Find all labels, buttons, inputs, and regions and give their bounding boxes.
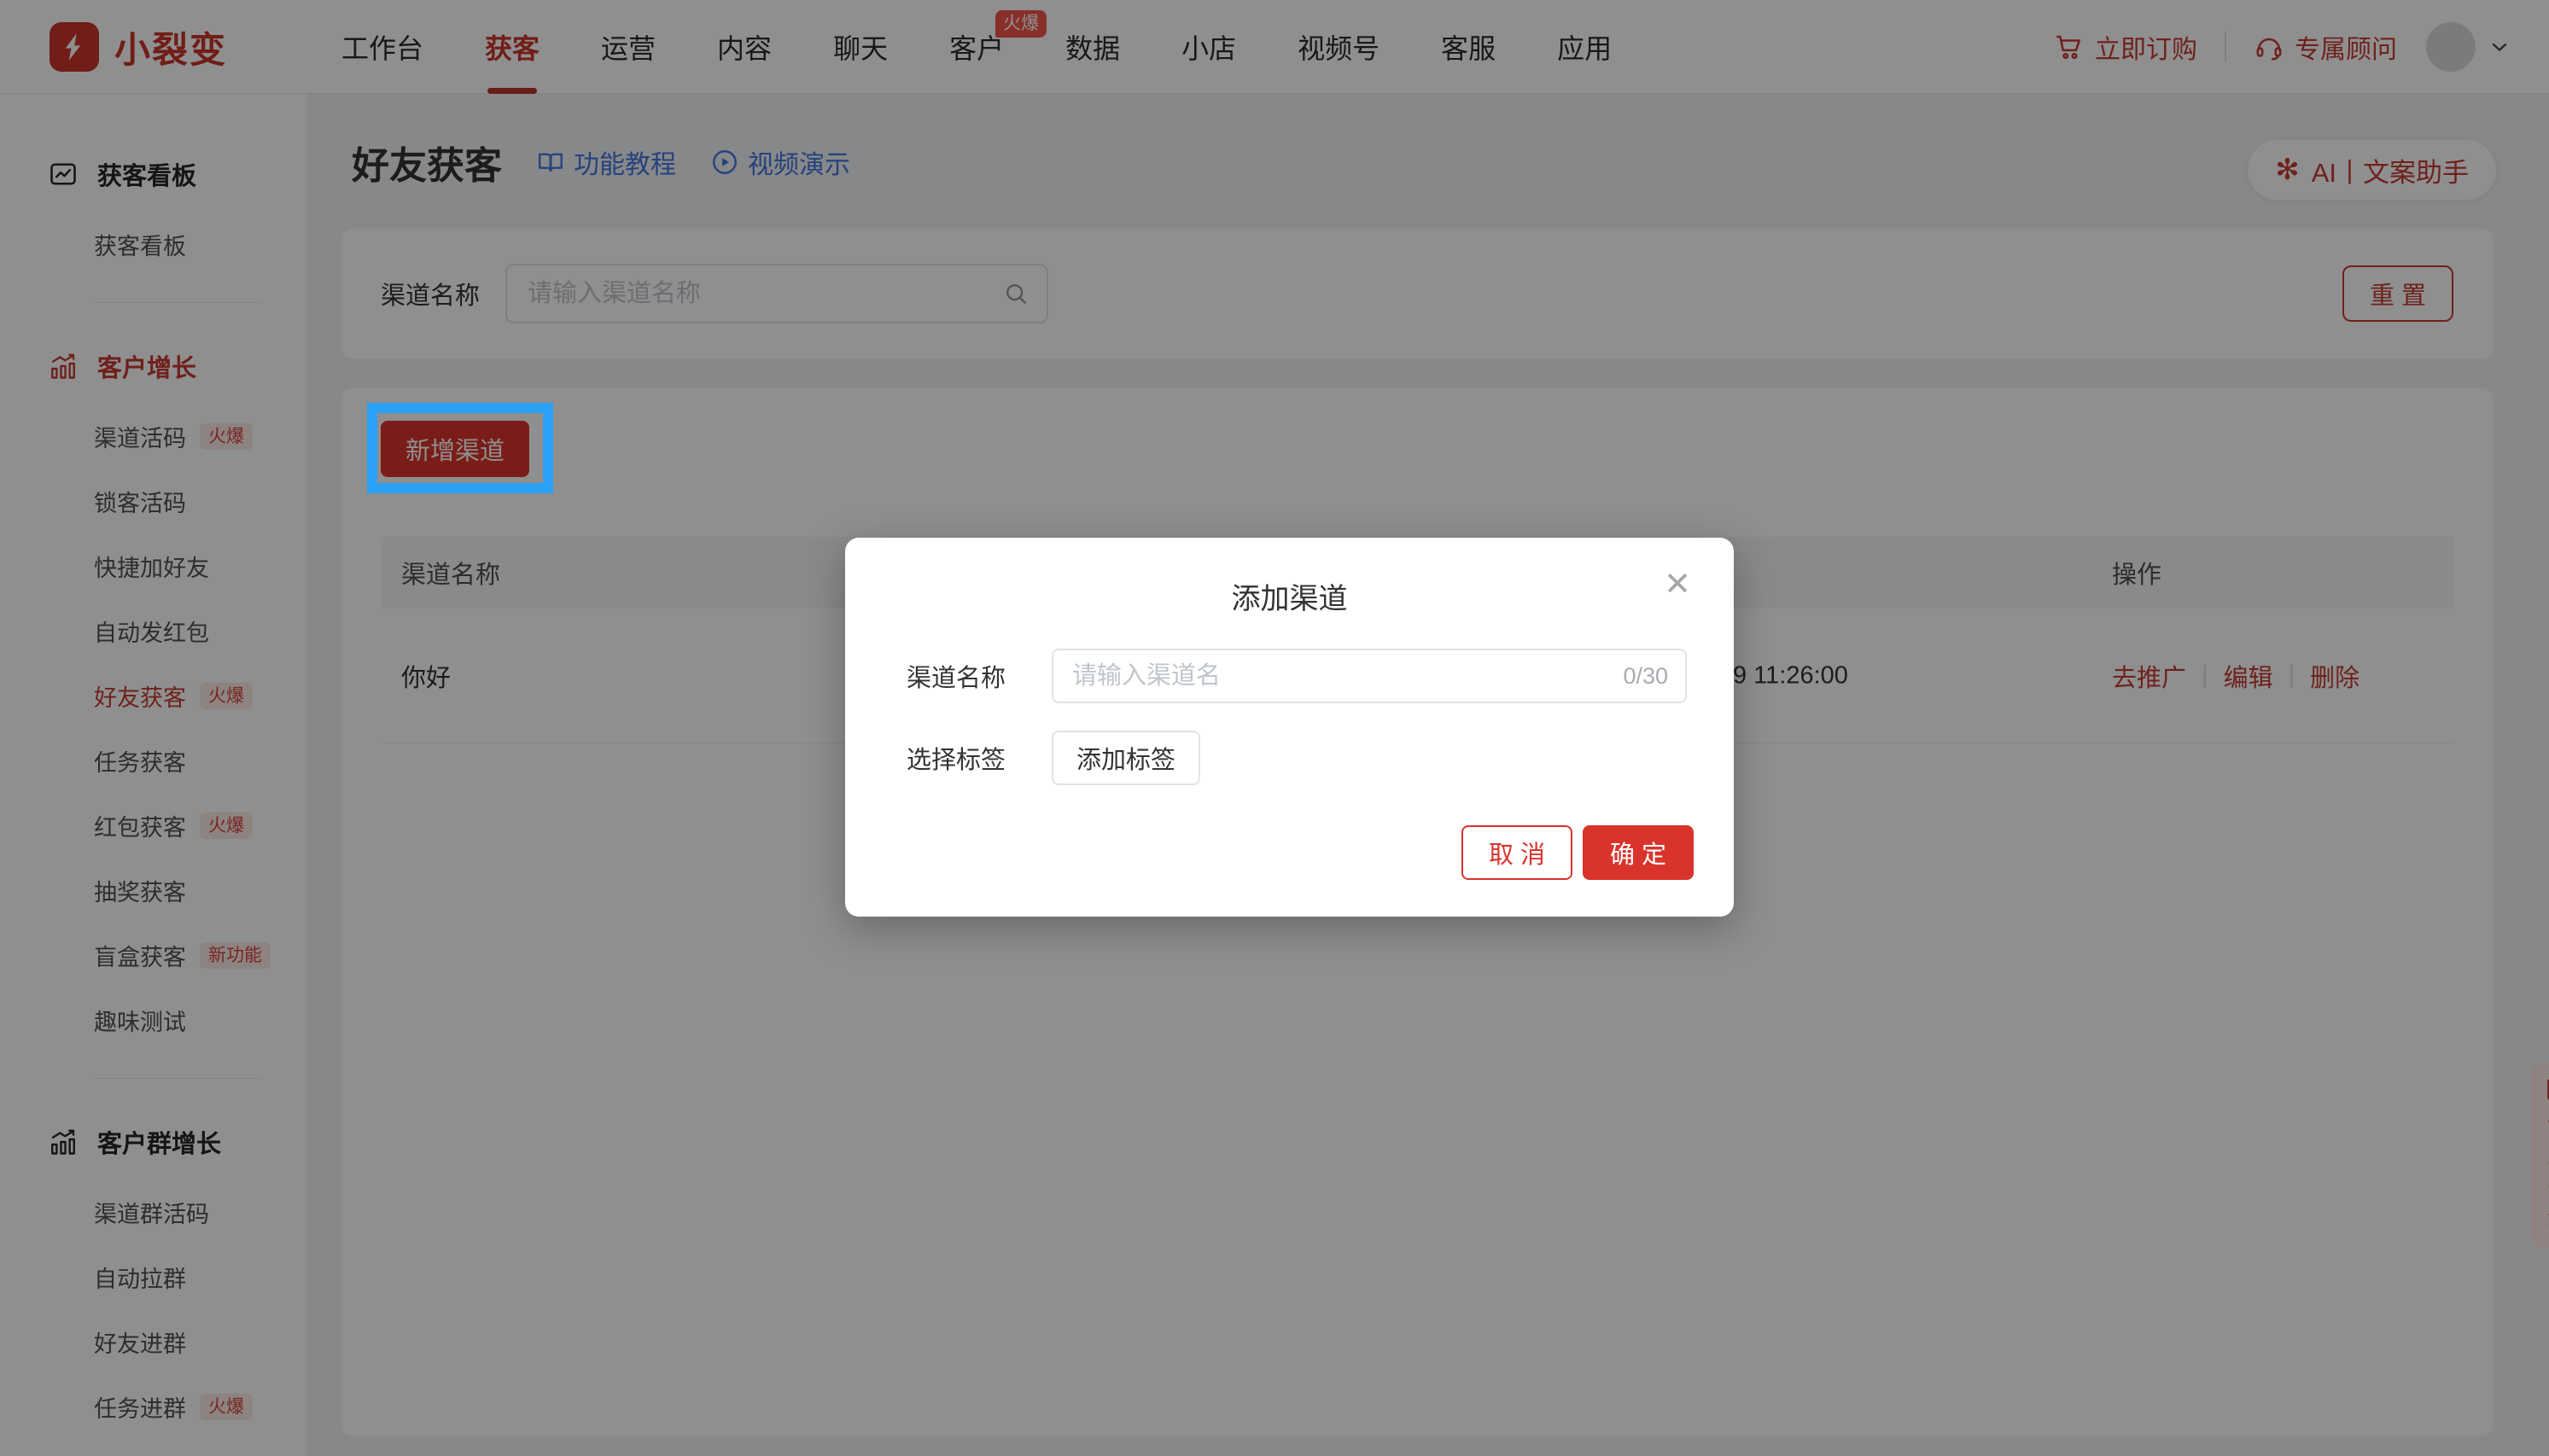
modal-title: 添加渠道 xyxy=(845,575,1734,617)
modal-tag-row: 选择标签 添加标签 xyxy=(907,731,1200,785)
char-counter: 0/30 xyxy=(1623,663,1685,690)
modal-channel-name-row: 渠道名称 0/30 xyxy=(907,649,1687,703)
modal-tag-label: 选择标签 xyxy=(907,740,1009,776)
add-tag-button[interactable]: 添加标签 xyxy=(1052,731,1200,785)
annotation-highlight-box xyxy=(367,403,553,493)
close-icon[interactable]: ✕ xyxy=(1664,568,1691,601)
cancel-button[interactable]: 取 消 xyxy=(1461,825,1572,880)
modal-channel-name-label: 渠道名称 xyxy=(907,658,1009,694)
confirm-button[interactable]: 确 定 xyxy=(1583,825,1694,880)
modal-channel-name-input[interactable] xyxy=(1053,662,1623,690)
app-screen: 小裂变 工作台 获客 运营 内容 xyxy=(0,0,2549,1456)
add-channel-modal: 添加渠道 ✕ 渠道名称 0/30 选择标签 添加标签 取 消 确 定 xyxy=(845,538,1734,917)
modal-channel-name-inputbox: 0/30 xyxy=(1052,649,1687,703)
